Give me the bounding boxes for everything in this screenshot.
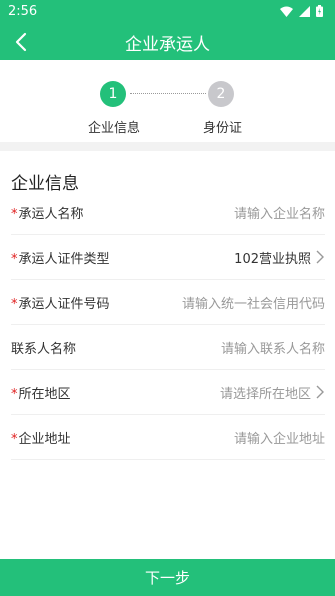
company-info-form: *承运人名称 请输入企业名称 *承运人证件类型 102营业执照 *承运人证件号码… <box>0 190 335 460</box>
field-label: *所在地区 <box>11 383 71 402</box>
section-divider <box>0 142 335 151</box>
required-mark: * <box>11 251 18 267</box>
required-mark: * <box>11 431 18 447</box>
step-1-circle: 1 <box>100 81 126 107</box>
region-select[interactable]: 请选择所在地区 <box>220 383 311 402</box>
region-field[interactable]: *所在地区 请选择所在地区 <box>11 370 325 415</box>
contact-name-field[interactable]: 联系人名称 请输入联系人名称 <box>11 325 325 370</box>
field-value-group[interactable]: 102营业执照 <box>234 248 325 267</box>
company-address-input[interactable]: 请输入企业地址 <box>234 428 325 447</box>
field-label-text: 承运人名称 <box>18 206 84 222</box>
battery-icon <box>316 5 323 17</box>
system-icons <box>280 5 323 17</box>
required-mark: * <box>11 206 18 222</box>
field-label: 联系人名称 <box>11 338 76 357</box>
title-bar: 企业承运人 <box>0 24 335 60</box>
carrier-id-type-select[interactable]: 102营业执照 <box>234 248 311 267</box>
field-value-group[interactable]: 请选择所在地区 <box>220 383 325 402</box>
page-title: 企业承运人 <box>125 35 210 55</box>
field-label: *承运人名称 <box>11 203 84 222</box>
app-header: 2:56 企业承运人 <box>0 0 335 60</box>
field-label-text: 联系人名称 <box>11 341 77 357</box>
chevron-right-icon <box>316 385 324 399</box>
field-label: *承运人证件类型 <box>11 248 110 267</box>
field-label: *承运人证件号码 <box>11 293 110 312</box>
next-step-button[interactable]: 下一步 <box>0 559 335 596</box>
wifi-icon <box>280 6 293 17</box>
carrier-id-number-field[interactable]: *承运人证件号码 请输入统一社会信用代码 <box>11 280 325 325</box>
step-2-label: 身份证 <box>203 121 243 136</box>
company-address-field[interactable]: *企业地址 请输入企业地址 <box>11 415 325 460</box>
required-mark: * <box>11 386 18 402</box>
step-1-label: 企业信息 <box>88 121 141 136</box>
step-connector <box>130 93 206 94</box>
carrier-id-type-field[interactable]: *承运人证件类型 102营业执照 <box>11 235 325 280</box>
carrier-id-number-input[interactable]: 请输入统一社会信用代码 <box>182 293 325 312</box>
field-label-text: 承运人证件号码 <box>18 296 110 312</box>
carrier-name-input[interactable]: 请输入企业名称 <box>234 203 325 222</box>
chevron-right-icon <box>316 250 324 264</box>
step-2-circle: 2 <box>208 81 234 107</box>
carrier-name-field[interactable]: *承运人名称 请输入企业名称 <box>11 190 325 235</box>
field-label-text: 承运人证件类型 <box>18 251 110 267</box>
required-mark: * <box>11 296 18 312</box>
step-indicator: 1 2 企业信息 身份证 <box>0 60 335 142</box>
field-label-text: 所在地区 <box>18 386 71 402</box>
field-label: *企业地址 <box>11 428 71 447</box>
status-bar: 2:56 <box>0 0 335 24</box>
contact-name-input[interactable]: 请输入联系人名称 <box>221 338 325 357</box>
signal-icon <box>299 5 310 17</box>
field-label-text: 企业地址 <box>18 431 71 447</box>
status-time: 2:56 <box>8 4 38 19</box>
